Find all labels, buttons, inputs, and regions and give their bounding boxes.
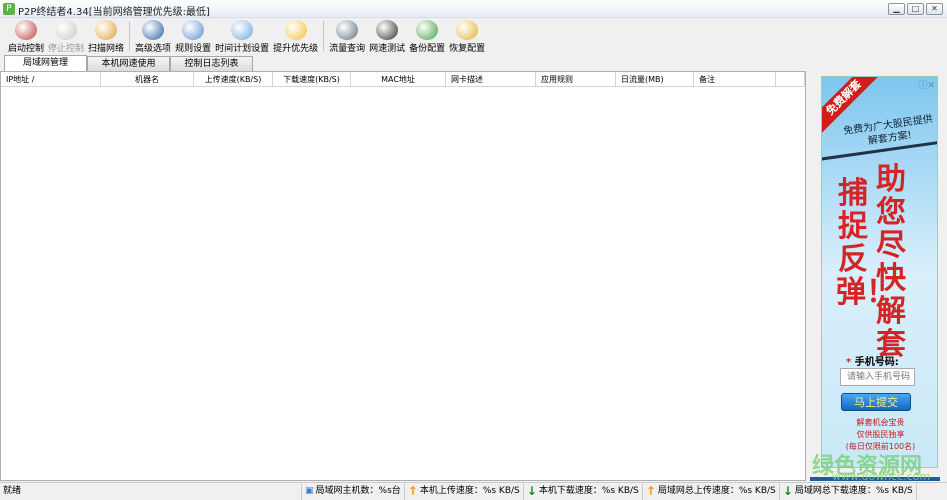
arrow-up-icon: ↑ <box>645 484 656 498</box>
status-text: 局域网总下载速度：%s KB/S <box>794 486 913 496</box>
toolbar-button-0[interactable]: 启动控制 <box>6 18 46 54</box>
toolbar-button-4[interactable]: 规则设置 <box>173 18 213 54</box>
host-list[interactable]: IP地址 / 机器名 上传速度(KB/S) 下载速度(KB/S) MAC地址 网… <box>0 71 806 481</box>
magnifier-icon <box>95 20 118 40</box>
col-extra[interactable] <box>776 72 805 86</box>
toolbar-button-6[interactable]: 提升优先级 <box>271 18 320 54</box>
col-upload[interactable]: 上传速度(KB/S) <box>194 72 273 86</box>
minimize-button[interactable]: ▁ <box>888 3 905 15</box>
ad-note: 仅供股民独享 <box>856 430 905 439</box>
status-text: 局域网主机数：%s台 <box>315 486 401 496</box>
col-rule[interactable]: 应用规则 <box>536 72 616 86</box>
col-note[interactable]: 备注 <box>694 72 776 86</box>
status-lan-download: ↓ 局域网总下载速度：%s KB/S <box>780 483 917 500</box>
toolbar-button-label: 停止控制 <box>48 44 85 54</box>
box-down-icon <box>416 20 439 40</box>
list-header: IP地址 / 机器名 上传速度(KB/S) 下载速度(KB/S) MAC地址 网… <box>1 72 805 87</box>
toolbar: 启动控制 停止控制 扫描网络 高级选项 规则设置 时间计划设置 提升优先级 流量查询 网速测试备… <box>0 18 947 54</box>
toolbar-button-2[interactable]: 扫描网络 <box>86 18 126 54</box>
toolbar-button-label: 提升优先级 <box>273 44 319 54</box>
col-machine-name[interactable]: 机器名 <box>101 72 194 86</box>
status-text: 本机上传速度：%s KB/S <box>419 486 520 496</box>
toolbar-button-label: 时间计划设置 <box>215 44 270 54</box>
toolbar-separator <box>323 21 325 51</box>
tab-local-speed[interactable]: 本机网速使用 <box>87 56 170 71</box>
submit-button[interactable]: 马上提交 <box>841 393 911 411</box>
tab-control-log[interactable]: 控制日志列表 <box>170 56 253 71</box>
toolbar-button-1[interactable]: 停止控制 <box>46 18 86 54</box>
arrow-up-icon: ↑ <box>407 484 418 498</box>
toolbar-button-7[interactable]: 流量查询 <box>327 18 367 54</box>
col-ip[interactable]: IP地址 / <box>1 72 101 86</box>
ad-banner[interactable]: ⓘ✕ 免费解套 免费为广大股民提供解套方案! 捕捉反弹！ 助您尽快解套 * 手机… <box>821 76 938 468</box>
status-text: 本机下载速度：%s KB/S <box>538 486 639 496</box>
toolbar-button-label: 流量查询 <box>329 44 366 54</box>
medal-icon <box>284 20 307 40</box>
col-download[interactable]: 下载速度(KB/S) <box>273 72 351 86</box>
status-hosts: ▣ 局域网主机数：%s台 <box>302 483 405 500</box>
toolbar-button-label: 高级选项 <box>135 44 172 54</box>
database-icon <box>336 20 359 40</box>
stop-rocket-icon <box>55 20 78 40</box>
ad-close-icon[interactable]: ⓘ✕ <box>918 78 935 91</box>
globe-gear-icon <box>142 20 165 40</box>
status-local-download: ↓ 本机下载速度：%s KB/S <box>524 483 643 500</box>
toolbar-button-label: 扫描网络 <box>88 44 125 54</box>
title-bar: P P2P终结者4.34[当前网络管理优先级:最低] ▁ □ ✕ <box>0 0 947 18</box>
toolbar-button-label: 网速测试 <box>369 44 406 54</box>
toolbar-button-label: 启动控制 <box>8 44 45 54</box>
status-text: 局域网总上传速度：%s KB/S <box>657 486 776 496</box>
toolbar-separator <box>129 21 131 51</box>
box-refresh-icon <box>456 20 479 40</box>
toolbar-button-label: 规则设置 <box>175 44 212 54</box>
maximize-button[interactable]: □ <box>907 3 924 15</box>
status-bar: 就绪 ▣ 局域网主机数：%s台 ↑ 本机上传速度：%s KB/S ↓ 本机下载速度：%… <box>0 482 947 500</box>
status-ready: 就绪 <box>0 483 302 500</box>
toolbar-button-9[interactable]: 备份配置 <box>407 18 447 54</box>
col-mac[interactable]: MAC地址 <box>351 72 446 86</box>
arrow-down-icon: ↓ <box>782 484 793 498</box>
speedometer-icon <box>376 20 399 40</box>
window-key-icon <box>182 20 205 40</box>
col-daily-traffic[interactable]: 日流量(MB) <box>616 72 694 86</box>
toolbar-button-label: 备份配置 <box>409 44 446 54</box>
close-button[interactable]: ✕ <box>926 3 943 15</box>
phone-label: * 手机号码: <box>846 357 899 368</box>
tab-lan-management[interactable]: 局域网管理 <box>4 55 87 71</box>
toolbar-button-10[interactable]: 恢复配置 <box>447 18 487 54</box>
ad-right-text: 助您尽快解套 <box>876 162 906 362</box>
phone-label-text: 手机号码: <box>854 357 899 368</box>
window-title: P2P终结者4.34[当前网络管理优先级:最低] <box>18 7 210 18</box>
app-icon: P <box>3 3 15 15</box>
status-local-upload: ↑ 本机上传速度：%s KB/S <box>405 483 524 500</box>
ad-left-text: 捕捉反弹！ <box>836 176 896 310</box>
toolbar-button-5[interactable]: 时间计划设置 <box>213 18 271 54</box>
col-nic[interactable]: 网卡描述 <box>446 72 536 86</box>
network-hosts-icon: ▣ <box>305 486 314 496</box>
tab-bar: 局域网管理 本机网速使用 控制日志列表 <box>4 55 253 71</box>
status-lan-upload: ↑ 局域网总上传速度：%s KB/S <box>643 483 780 500</box>
toolbar-button-3[interactable]: 高级选项 <box>133 18 173 54</box>
ad-note: 解套机会宝贵 <box>856 418 905 427</box>
arrow-down-icon: ↓ <box>526 484 537 498</box>
toolbar-button-label: 恢复配置 <box>449 44 486 54</box>
toolbar-button-8[interactable]: 网速测试 <box>367 18 407 54</box>
clock-icon <box>231 20 254 40</box>
phone-input[interactable]: 请输入手机号码 <box>840 368 915 386</box>
rocket-icon <box>15 20 37 40</box>
